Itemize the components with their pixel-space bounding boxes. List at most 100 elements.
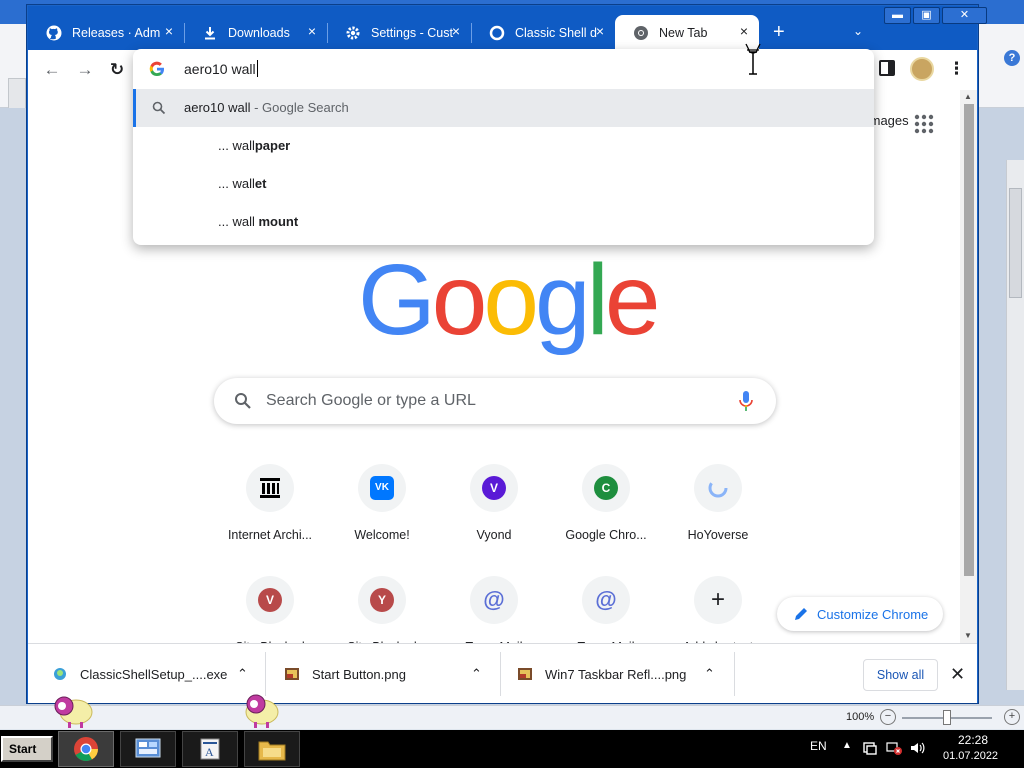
shortcut-icon-bg: @ (470, 576, 518, 624)
zoom-in-button[interactable]: + (1004, 709, 1020, 725)
download-separator (734, 652, 735, 696)
volume-icon[interactable] (910, 741, 926, 755)
image-file-icon (285, 668, 299, 680)
forward-button[interactable]: → (74, 59, 96, 81)
minimize-button[interactable]: ▬ (884, 7, 911, 24)
tab-search-button[interactable]: ⌄ (853, 24, 863, 38)
suggestion-item[interactable]: ... wallet (133, 165, 874, 203)
suggestion-completion: paper (254, 138, 291, 153)
shortcut-tile[interactable]: VK Welcome! (326, 464, 438, 576)
chevron-up-icon[interactable]: ⌃ (471, 666, 482, 682)
shortcut-tile[interactable]: @Temp Mail (438, 576, 550, 643)
help-icon[interactable]: ? (1004, 50, 1020, 66)
tab-close-icon[interactable]: × (449, 24, 463, 39)
plus-icon: + (710, 586, 725, 613)
shortcut-label: Internet Archi... (227, 528, 313, 542)
taskbar-control-panel-button[interactable] (120, 731, 176, 767)
vk-icon: VK (370, 476, 394, 500)
suggestion-query: aero10 wall (184, 100, 251, 115)
download-filename: ClassicShellSetup_....exe (80, 667, 228, 682)
omnibox-dropdown: aero10 wall aero10 wall - Google Search … (133, 49, 874, 245)
close-icon[interactable]: ✕ (950, 664, 965, 685)
search-placeholder: Search Google or type a URL (266, 392, 476, 409)
scroll-up-arrow-icon[interactable]: ▲ (964, 92, 972, 101)
tab-close-icon[interactable]: × (162, 24, 176, 39)
tab-close-icon[interactable]: × (593, 24, 607, 39)
shortcut-icon-bg (246, 464, 294, 512)
desktop-pet-sheep-icon (245, 694, 279, 728)
taskbar-chrome-button[interactable] (58, 731, 114, 767)
text-caret (256, 60, 258, 77)
shortcut-tile[interactable]: HoYoverse (662, 464, 774, 576)
network-disconnected-icon[interactable] (886, 741, 902, 755)
tab-downloads[interactable]: Downloads × (184, 15, 327, 51)
download-filename: Start Button.png (312, 667, 406, 682)
download-filename: Win7 Taskbar Refl....png (545, 667, 687, 682)
start-button[interactable]: Start (1, 736, 53, 762)
clock-date[interactable]: 01.07.2022 (943, 750, 998, 762)
background-status-bar: 100% − + (0, 705, 1024, 729)
logo-letter: G (358, 244, 436, 356)
download-item[interactable]: Start Button.png ⌃ (266, 644, 499, 704)
at-icon: @ (483, 587, 505, 612)
back-button[interactable]: ← (41, 59, 63, 81)
taskbar-explorer-button[interactable] (244, 731, 300, 767)
zoom-slider-thumb[interactable] (943, 710, 951, 725)
selection-indicator (133, 89, 136, 127)
pencil-icon (795, 608, 807, 620)
tab-settings[interactable]: Settings - Cust × (327, 15, 471, 51)
shortcut-tile[interactable]: C Google Chro... (550, 464, 662, 576)
page-scrollbar[interactable]: ▲ ▼ (960, 90, 977, 643)
show-all-downloads-button[interactable]: Show all (863, 659, 938, 691)
shortcut-tile[interactable]: V Vyond (438, 464, 550, 576)
background-scrollbar-thumb[interactable] (1009, 188, 1022, 298)
side-panel-icon[interactable] (879, 60, 895, 76)
ntp-search-box[interactable]: Search Google or type a URL (214, 378, 776, 424)
chrome-window: Releases · Adm × Downloads × Settings - … (26, 4, 987, 704)
close-window-button[interactable]: ✕ (942, 7, 987, 24)
tab-releases[interactable]: Releases · Adm × (28, 15, 184, 51)
zoom-level[interactable]: 100% (846, 711, 874, 723)
google-apps-icon[interactable] (914, 114, 934, 134)
tray-expand-icon[interactable]: ▲ (842, 740, 852, 751)
suggestion-item[interactable]: ... wall mount (133, 203, 874, 241)
suggestion-text: aero10 wall - Google Search (184, 100, 349, 115)
tab-close-icon[interactable]: × (305, 24, 319, 39)
profile-avatar[interactable] (910, 57, 934, 81)
logo-letter: e (604, 244, 661, 356)
shortcut-tile[interactable]: @Temp Mail (550, 576, 662, 643)
shortcut-tile[interactable]: Internet Archi... (214, 464, 326, 576)
new-tab-button[interactable]: + (773, 22, 785, 42)
mouse-cursor-icon (745, 43, 761, 75)
suggestion-text: ... wallpaper (218, 138, 290, 153)
letter-v-icon: V (258, 588, 282, 612)
page-scrollbar-thumb[interactable] (964, 104, 974, 576)
clock-time[interactable]: 22:28 (958, 733, 988, 747)
shortcut-tile[interactable]: +Add shortcut (662, 576, 774, 643)
tab-close-icon[interactable]: × (737, 24, 751, 39)
zoom-out-button[interactable]: − (880, 709, 896, 725)
action-center-icon[interactable] (862, 741, 878, 755)
suggestion-item[interactable]: ... wallpaper (133, 127, 874, 165)
chevron-up-icon[interactable]: ⌃ (237, 666, 248, 682)
language-indicator[interactable]: EN (810, 739, 827, 753)
customize-chrome-button[interactable]: Customize Chrome (777, 597, 943, 631)
taskbar-word-button[interactable]: A (182, 731, 238, 767)
microphone-icon[interactable] (738, 390, 754, 412)
tab-classic-shell[interactable]: Classic Shell d × (471, 15, 615, 51)
suggestion-search[interactable]: aero10 wall - Google Search (133, 89, 874, 127)
reload-button[interactable]: ↻ (106, 59, 128, 81)
address-bar-text[interactable]: aero10 wall (184, 60, 258, 77)
chevron-up-icon[interactable]: ⌃ (704, 666, 715, 682)
suggestion-completion: et (254, 176, 267, 191)
shortcut-tile[interactable]: YSite Blocked (326, 576, 438, 643)
chrome-icon (74, 737, 98, 762)
shortcut-tile[interactable]: VSite Blocked (214, 576, 326, 643)
shortcut-icon-bg: V (470, 464, 518, 512)
scroll-down-arrow-icon[interactable]: ▼ (964, 631, 972, 640)
maximize-button[interactable]: ▣ (913, 7, 940, 24)
taskbar: Start A EN ▲ 22:28 01.07.2022 (0, 730, 1024, 768)
download-item[interactable]: Win7 Taskbar Refl....png ⌃ (501, 644, 734, 704)
chrome-menu-button[interactable]: ⋮ (948, 57, 965, 81)
background-scrollbar[interactable] (1006, 160, 1024, 690)
